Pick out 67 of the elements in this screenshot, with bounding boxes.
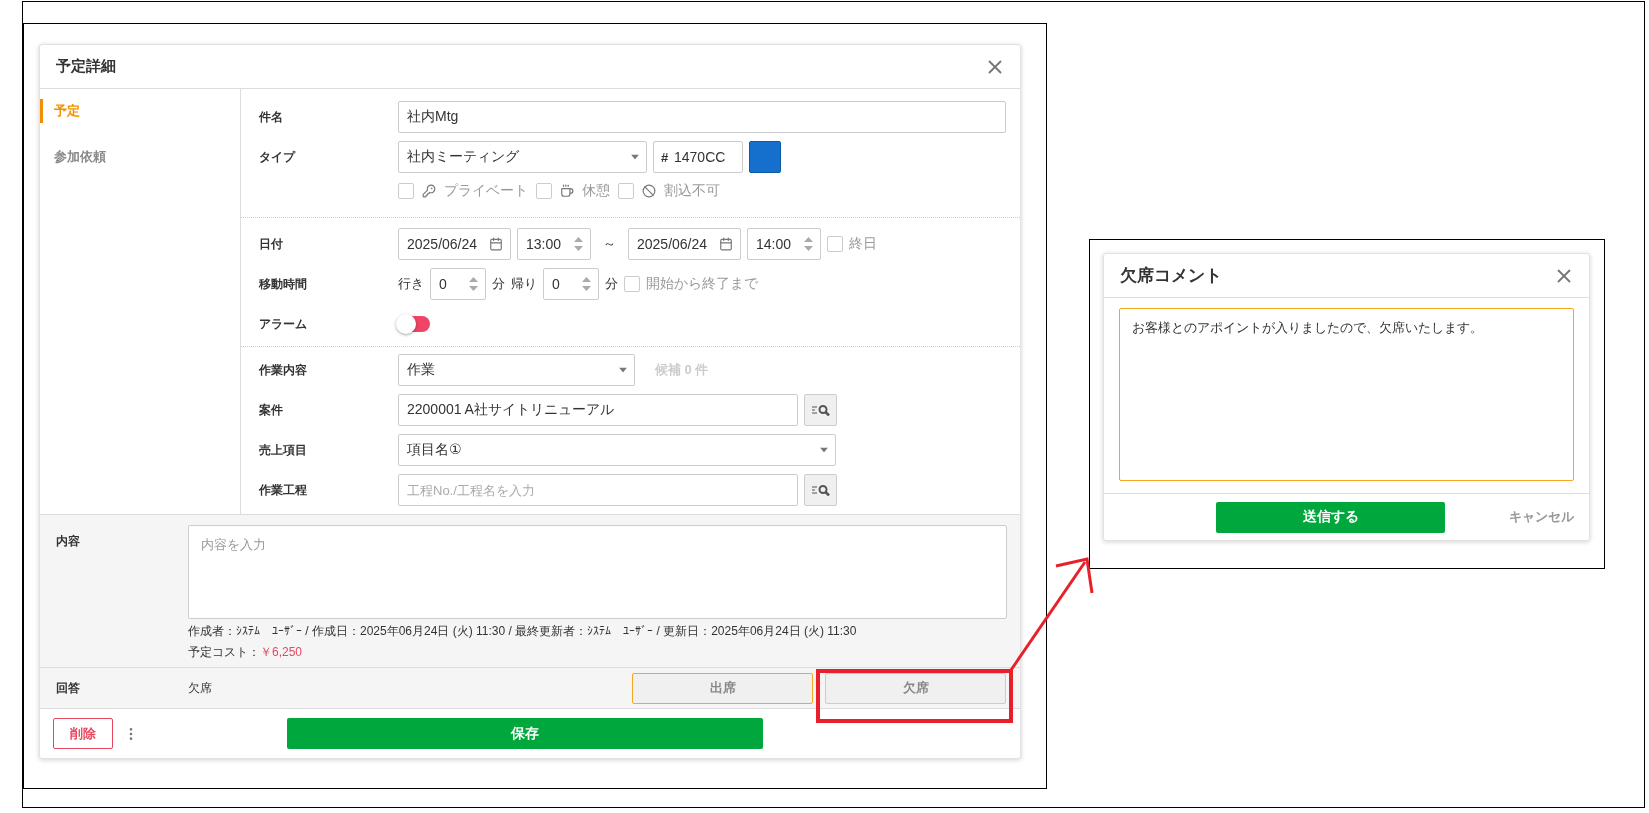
- calendar-icon[interactable]: [719, 237, 733, 251]
- field-label: 売上項目: [259, 441, 308, 459]
- hash-prefix: #: [661, 149, 669, 165]
- dialog-title: 予定詳細: [56, 57, 116, 76]
- key-icon: [422, 184, 436, 198]
- sales-item-select[interactable]: 項目名①: [398, 434, 836, 466]
- dropdown-caret-icon: [619, 367, 627, 373]
- process-field[interactable]: 工程No./工程名を入力: [398, 474, 798, 506]
- search-list-button[interactable]: [804, 474, 837, 506]
- checkbox[interactable]: [536, 183, 552, 199]
- search-list-button[interactable]: [804, 394, 837, 426]
- option-label: プライベート: [444, 182, 528, 200]
- search-list-icon[interactable]: [810, 484, 831, 496]
- checkbox[interactable]: [618, 183, 634, 199]
- subject-field[interactable]: 社内Mtg: [398, 101, 1006, 133]
- alarm-toggle[interactable]: [398, 316, 430, 332]
- unit-label: 分: [492, 275, 505, 293]
- number-field[interactable]: 0: [430, 268, 486, 300]
- calendar-icon[interactable]: [489, 237, 503, 251]
- dropdown-caret-icon: [631, 154, 639, 160]
- checkbox[interactable]: [398, 183, 414, 199]
- dropdown-caret-icon: [820, 447, 828, 453]
- project-field[interactable]: 2200001 A社サイトリニューアル: [398, 394, 798, 426]
- all-day-label: 終日: [849, 235, 877, 253]
- reply-value: 欠席: [188, 679, 213, 697]
- comment-textarea[interactable]: お客様とのアポイントが入りましたので、欠席いたします。: [1119, 308, 1574, 481]
- field-label: 作業工程: [259, 481, 308, 499]
- cost-value: ￥6,250: [260, 644, 303, 661]
- date-field[interactable]: 2025/06/24: [398, 228, 511, 260]
- prohibited-icon: [642, 184, 656, 198]
- go-label: 行き: [398, 275, 424, 293]
- type-select[interactable]: 社内ミーティング: [398, 141, 647, 173]
- field-label: 件名: [259, 108, 284, 126]
- side-tab[interactable]: 参加依頼: [40, 145, 240, 169]
- number-field[interactable]: 0: [543, 268, 599, 300]
- cup-icon: [560, 184, 574, 198]
- delete-button[interactable]: 削除: [53, 718, 113, 749]
- range-separator: ～: [603, 235, 616, 253]
- spinner-arrows-icon[interactable]: [574, 236, 583, 252]
- return-label: 帰り: [511, 275, 537, 293]
- span-label: 開始から終了まで: [646, 275, 758, 293]
- checkbox[interactable]: [827, 236, 843, 252]
- dialog-title: 欠席コメント: [1120, 265, 1222, 287]
- time-field[interactable]: 13:00: [517, 228, 591, 260]
- color-swatch[interactable]: [749, 141, 781, 173]
- spinner-arrows-icon[interactable]: [582, 276, 591, 292]
- field-label: タイプ: [259, 148, 297, 166]
- checkbox[interactable]: [624, 276, 640, 292]
- option-label: 割込不可: [664, 182, 720, 200]
- field-label: 回答: [56, 679, 81, 697]
- field-label: 移動時間: [259, 275, 308, 293]
- spinner-arrows-icon[interactable]: [804, 236, 813, 252]
- field-label: 日付: [259, 235, 284, 253]
- record-info: 作成者：ｼｽﾃﾑ ﾕｰｻﾞｰ / 作成日：2025年06月24日 (火) 11:30 / 最終更新者：ｼｽﾃﾑ ﾕｰｻﾞｰ / 更新日：2025年06月24日 (火) 11:30: [188, 623, 858, 640]
- cost-label: 予定コスト：: [188, 644, 260, 661]
- field-label: 案件: [259, 401, 284, 419]
- task-select[interactable]: 作業: [398, 354, 635, 386]
- content-textarea[interactable]: 内容を入力: [188, 525, 1007, 619]
- date-field[interactable]: 2025/06/24: [628, 228, 741, 260]
- field-label: アラーム: [259, 315, 308, 333]
- spinner-arrows-icon[interactable]: [469, 276, 478, 292]
- option-label: 休憩: [582, 182, 610, 200]
- unit-label: 分: [605, 275, 618, 293]
- time-field[interactable]: 14:00: [747, 228, 821, 260]
- search-list-icon[interactable]: [810, 404, 831, 416]
- field-label: 内容: [56, 533, 81, 550]
- field-label: 作業内容: [259, 361, 308, 379]
